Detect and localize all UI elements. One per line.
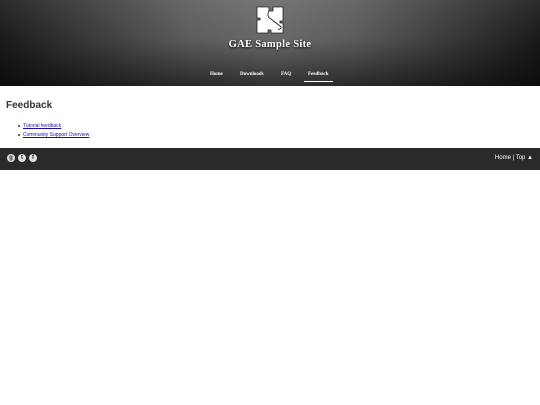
google-plus-icon[interactable]: g xyxy=(7,154,15,162)
footer-home-link[interactable]: Home xyxy=(495,155,511,161)
list-item: Community Support Overview xyxy=(17,131,89,140)
twitter-icon[interactable]: t xyxy=(18,154,26,162)
site-title[interactable]: GAE Sample Site xyxy=(0,39,540,50)
footer-links: Home | Top ▲ xyxy=(495,154,533,163)
nav-item-home[interactable]: Home xyxy=(210,72,223,77)
nav-item-faq[interactable]: FAQ xyxy=(281,72,291,77)
main-nav: Home Downloads FAQ Feedback xyxy=(0,72,540,84)
list-item: Tutorial feedback xyxy=(17,122,89,131)
feedback-link-list: Tutorial feedback Community Support Over… xyxy=(17,122,89,140)
site-footer: g t f Home | Top ▲ xyxy=(0,148,540,170)
page-title: Feedback xyxy=(6,100,53,111)
footer-separator: | xyxy=(512,155,515,161)
nav-item-downloads[interactable]: Downloads xyxy=(240,72,264,77)
tutorial-feedback-link[interactable]: Tutorial feedback xyxy=(23,123,61,129)
back-to-top-link[interactable]: Top ▲ xyxy=(516,155,533,161)
puzzle-piece-icon[interactable] xyxy=(256,6,284,34)
community-support-overview-link[interactable]: Community Support Overview xyxy=(23,132,89,138)
active-nav-indicator xyxy=(304,81,333,82)
site-header: GAE Sample Site Home Downloads FAQ Feedb… xyxy=(0,0,540,86)
main-content: Feedback Tutorial feedback Community Sup… xyxy=(0,86,540,144)
nav-item-feedback[interactable]: Feedback xyxy=(308,72,329,77)
facebook-icon[interactable]: f xyxy=(29,154,37,162)
